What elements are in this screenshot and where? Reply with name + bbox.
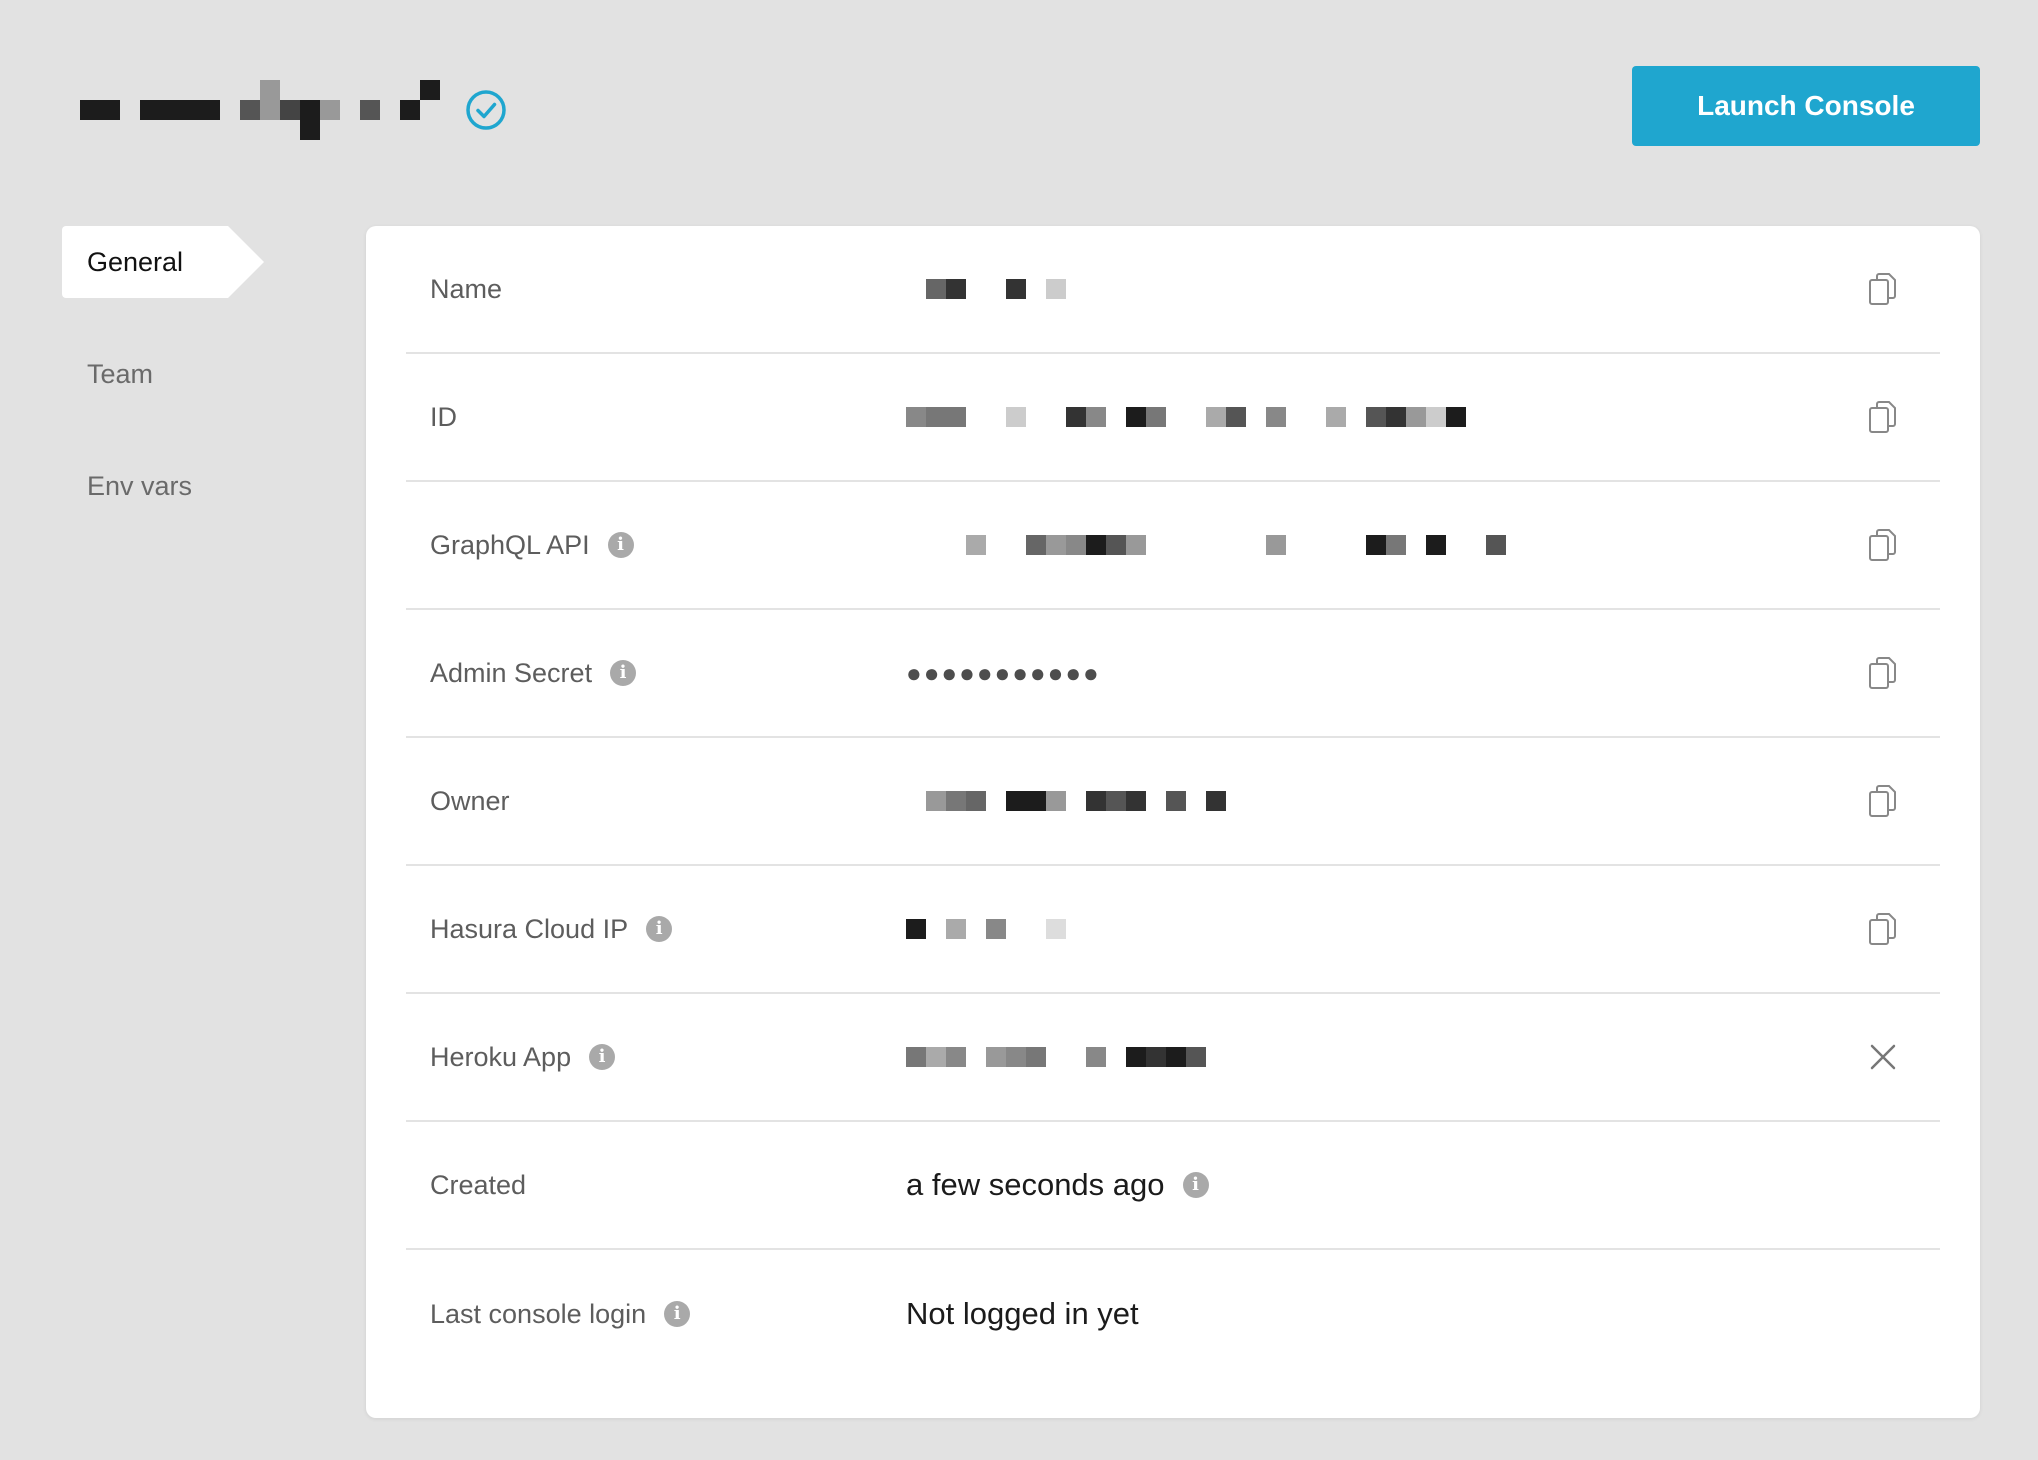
copy-icon[interactable] <box>1866 784 1900 818</box>
id-value-redacted <box>906 407 1466 427</box>
owner-value-redacted <box>906 791 1226 811</box>
hasura-cloud-ip-value-redacted <box>906 919 1066 939</box>
row-label: ID <box>430 402 457 433</box>
graphql-api-value-redacted <box>906 535 1506 555</box>
row-label-text: Name <box>430 273 503 304</box>
created-value: a few seconds ago i <box>906 1167 1209 1203</box>
heroku-app-value-redacted[interactable] <box>906 1047 1206 1067</box>
last-console-login-value: Not logged in yet <box>906 1296 1139 1332</box>
info-icon[interactable]: i <box>607 532 634 558</box>
settings-sidebar: General Team Env vars <box>62 226 362 562</box>
info-icon[interactable]: i <box>589 1044 616 1070</box>
created-value-text: a few seconds ago <box>906 1167 1165 1202</box>
detail-row-admin-secret: Admin Secret i ●●●●●●●●●●● <box>406 610 1940 738</box>
sidebar-item-team[interactable]: Team <box>62 338 362 410</box>
sidebar-item-general[interactable]: General <box>62 226 264 298</box>
detail-row-owner: Owner <box>406 738 1940 866</box>
detail-row-heroku-app: Heroku App i <box>406 994 1940 1122</box>
row-label-text: Hasura Cloud IP <box>430 913 629 944</box>
row-label: Created <box>430 1170 526 1201</box>
project-title <box>80 78 508 142</box>
detail-row-id: ID <box>406 354 1940 482</box>
close-icon[interactable] <box>1866 1040 1900 1074</box>
project-name-redacted <box>80 80 440 140</box>
launch-console-button[interactable]: Launch Console <box>1632 66 1980 146</box>
info-icon[interactable]: i <box>1182 1172 1209 1198</box>
page-header: Launch Console <box>0 0 2038 200</box>
row-label-text: Last console login <box>430 1298 647 1329</box>
info-icon[interactable]: i <box>610 660 637 686</box>
detail-row-name: Name <box>406 226 1940 354</box>
sidebar-item-env-vars[interactable]: Env vars <box>62 450 362 522</box>
masked-secret: ●●●●●●●●●●● <box>906 657 1101 688</box>
admin-secret-value[interactable]: ●●●●●●●●●●● <box>906 658 1101 689</box>
row-label-text: Admin Secret <box>430 657 593 688</box>
detail-row-created: Created a few seconds ago i <box>406 1122 1940 1250</box>
copy-icon[interactable] <box>1866 912 1900 946</box>
sidebar-item-label: Env vars <box>87 470 193 501</box>
info-icon[interactable]: i <box>664 1301 691 1327</box>
last-console-login-text: Not logged in yet <box>906 1296 1139 1331</box>
row-label-text: Heroku App <box>430 1041 572 1072</box>
copy-icon[interactable] <box>1866 272 1900 306</box>
row-label: Admin Secret i <box>430 657 637 689</box>
copy-icon[interactable] <box>1866 656 1900 690</box>
row-label: Owner <box>430 786 510 817</box>
copy-icon[interactable] <box>1866 528 1900 562</box>
info-icon[interactable]: i <box>646 916 673 942</box>
project-details-card: Name ID GraphQL API i Admin Secret i ●●●… <box>366 226 1980 1418</box>
row-label: Name <box>430 274 502 305</box>
detail-row-graphql-api: GraphQL API i <box>406 482 1940 610</box>
sidebar-item-label: General <box>87 246 184 277</box>
row-label: Hasura Cloud IP i <box>430 913 673 945</box>
row-label: Heroku App i <box>430 1041 616 1073</box>
check-circle-icon <box>466 90 506 130</box>
detail-row-last-console-login: Last console login i Not logged in yet <box>406 1250 1940 1378</box>
row-label-text: Owner <box>430 785 510 816</box>
detail-row-hasura-cloud-ip: Hasura Cloud IP i <box>406 866 1940 994</box>
name-value-redacted <box>906 279 1066 299</box>
row-label-text: GraphQL API <box>430 529 590 560</box>
copy-icon[interactable] <box>1866 400 1900 434</box>
row-label: Last console login i <box>430 1298 691 1330</box>
row-label: GraphQL API i <box>430 530 634 561</box>
row-label-text: ID <box>430 401 457 432</box>
sidebar-item-label: Team <box>87 358 154 389</box>
row-label-text: Created <box>430 1169 527 1200</box>
